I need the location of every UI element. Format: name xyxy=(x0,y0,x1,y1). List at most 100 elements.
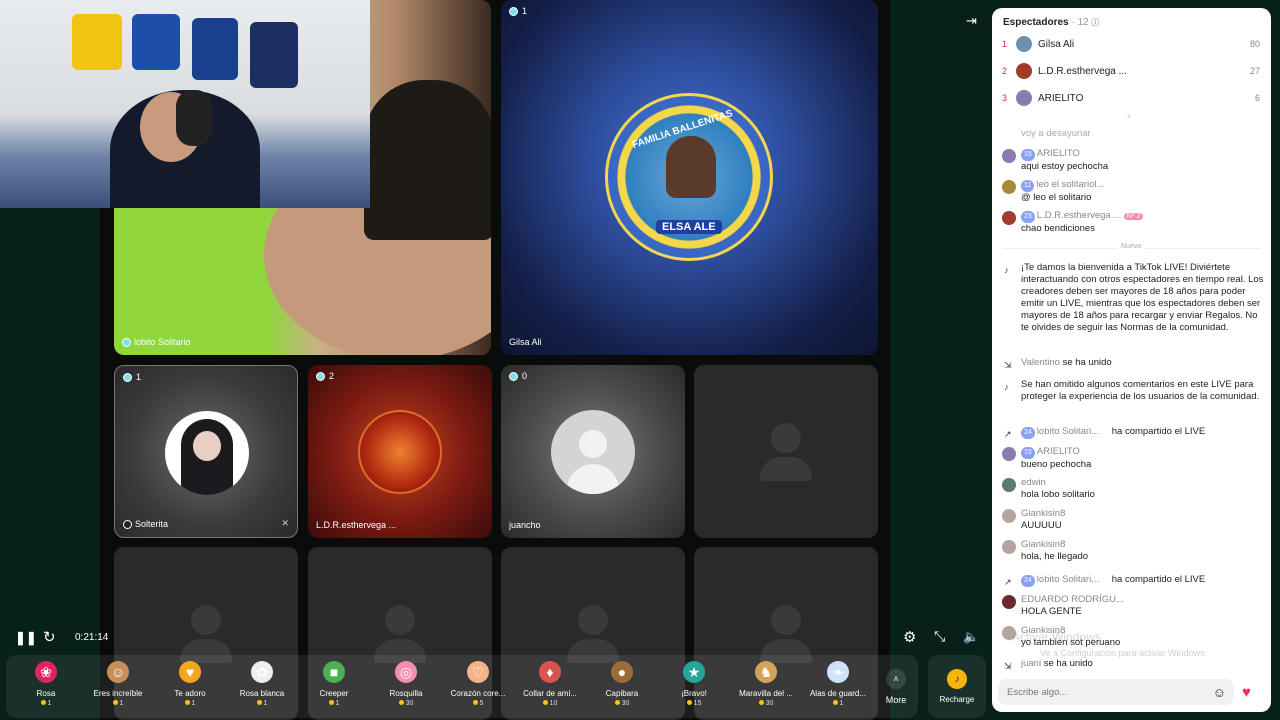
emoji-icon[interactable]: ☺ xyxy=(1213,685,1226,700)
message-text: aqui estoy pechocha xyxy=(1021,161,1109,172)
avatar xyxy=(1016,90,1032,106)
gift-item[interactable]: ☺ Eres increíble 1 xyxy=(82,655,154,718)
gift-coins: 1 xyxy=(185,700,196,707)
chevron-down-icon[interactable]: ˅ xyxy=(1127,114,1131,121)
avatar-face xyxy=(193,431,221,461)
join-icon: ⇲ xyxy=(1004,360,1012,370)
rank-name: Gilsa Ali xyxy=(1038,38,1075,50)
viewer-badge-count: 2 xyxy=(329,371,335,381)
username[interactable]: juani xyxy=(1021,658,1041,669)
rank-row[interactable]: 3 ARIELITO 6 xyxy=(1002,90,1260,106)
gift-name: Maravilla del ... xyxy=(739,689,793,698)
rose-icon: ❀ xyxy=(35,661,57,683)
username[interactable]: Giankisin8 xyxy=(1021,539,1065,550)
guest-tile-ldr[interactable]: 2 L.D.R.esthervega ... xyxy=(308,365,492,538)
tile-name: lobito Solitario xyxy=(122,337,191,347)
guest-tile-gilsa[interactable]: 1 FAMILIA BALLENITAS ELSA ALE Gilsa Ali xyxy=(501,0,878,355)
tiktok-live-window: lobito Solitario 1 FAMILIA BALLENITAS EL… xyxy=(0,0,1280,720)
settings-icon[interactable]: ⚙ xyxy=(903,628,916,646)
like-heart-icon[interactable]: ♥ xyxy=(1242,684,1251,701)
tile-name: L.D.R.esthervega ... xyxy=(316,520,396,530)
empty-seat-icon xyxy=(760,422,812,481)
gift-coins: 30 xyxy=(615,700,630,707)
gift-item[interactable]: ♥ Te adoro 1 xyxy=(154,655,226,718)
more-gifts-button[interactable]: ˄ More xyxy=(876,655,916,718)
headphones xyxy=(176,90,212,146)
username[interactable]: EDUARDO RODRÍGU... xyxy=(1021,594,1124,605)
gift-item[interactable]: ❧ Alas de guard... 1 xyxy=(802,655,874,718)
video-stage: lobito Solitario 1 FAMILIA BALLENITAS EL… xyxy=(0,0,990,720)
gift-coins: 1 xyxy=(257,700,268,707)
collapse-panel-icon[interactable]: ⇥ xyxy=(966,13,977,29)
windows-watermark: Activar Windows xyxy=(1012,630,1101,644)
empty-seat-icon xyxy=(567,604,619,663)
person-photo xyxy=(666,136,716,198)
join-message: ⇲ Valentino se ha unido xyxy=(1002,357,1264,370)
gift-item[interactable]: ♡ Corazón core... 5 xyxy=(442,655,514,718)
gem-icon xyxy=(509,6,518,16)
username[interactable]: leo el solitariol... xyxy=(1036,179,1104,190)
avatar xyxy=(1002,540,1016,554)
username[interactable]: L.D.R.esthervega ... xyxy=(1037,210,1121,221)
info-icon[interactable]: ⓘ xyxy=(1091,18,1099,27)
rank-badge: Nº 2 xyxy=(1123,213,1144,220)
gift-item[interactable]: ❀ Rosa 1 xyxy=(10,655,82,718)
username[interactable]: lobito Solitari... xyxy=(1037,426,1099,437)
gift-item[interactable]: ♦ Collar de ami... 10 xyxy=(514,655,586,718)
viewer-badge: 0 xyxy=(509,371,527,381)
level-badge: 24 xyxy=(1021,427,1035,439)
gift-name: Te adoro xyxy=(174,689,206,698)
exit-fullscreen-icon[interactable]: ⤡ xyxy=(934,628,945,645)
recharge-button[interactable]: ♪ Recharge xyxy=(928,655,986,718)
username[interactable]: Valentino xyxy=(1021,357,1060,368)
username[interactable]: edwin xyxy=(1021,477,1046,488)
rank-score: 27 xyxy=(1249,66,1260,76)
gift-bar: ❀ Rosa 1 ☺ Eres increíble 1 ♥ Te adoro 1 ✿ Rosa bl… xyxy=(6,655,918,718)
gift-name: Rosa xyxy=(36,689,56,698)
guest-tile-juancho[interactable]: 0 juancho xyxy=(501,365,685,538)
viewers-count: · 12 xyxy=(1071,17,1089,28)
pip-camera[interactable] xyxy=(0,0,370,208)
gift-item[interactable]: ✿ Rosa blanca 1 xyxy=(226,655,298,718)
username[interactable]: ARIELITO xyxy=(1037,446,1080,457)
chat-input-placeholder: Escribe algo... xyxy=(1007,687,1068,698)
refresh-icon[interactable]: ↻ xyxy=(43,628,56,646)
gem-icon xyxy=(123,372,132,382)
system-message: ♪ ¡Te damos la bienvenida a TikTok LIVE! … xyxy=(1004,262,1264,333)
message-text: hola, he llegado xyxy=(1021,551,1089,562)
chat-message: Giankisin8 AUUUUU xyxy=(1002,508,1264,532)
message-text: ha compartido el LIVE xyxy=(1111,426,1206,437)
username[interactable]: ARIELITO xyxy=(1037,148,1080,159)
gem-icon xyxy=(122,337,131,347)
gift-item[interactable]: ◎ Rosquilla 30 xyxy=(370,655,442,718)
guest-tile-solterita[interactable]: 1 Solterita ✕ xyxy=(114,365,298,538)
chat-message: 15 ARIELITO aqui estoy pechocha xyxy=(1002,148,1264,173)
mic-muted-icon: ✕ xyxy=(281,518,289,528)
rank-name: L.D.R.esthervega ... xyxy=(1038,65,1127,77)
volume-icon[interactable]: 🔈 xyxy=(963,629,979,645)
pause-icon[interactable]: ❚❚ xyxy=(15,630,37,646)
host-hair xyxy=(364,80,491,240)
chat-input[interactable]: Escribe algo... ☺ xyxy=(998,679,1234,705)
username[interactable]: lobito Solitari... xyxy=(1037,574,1099,585)
gift-coins: 1 xyxy=(113,700,124,707)
gift-name: Capibara xyxy=(605,689,639,698)
gift-item[interactable]: ● Capibara 30 xyxy=(586,655,658,718)
gift-item[interactable]: ★ ¡Bravo! 15 xyxy=(658,655,730,718)
gift-item[interactable]: ■ Creeper 1 xyxy=(298,655,370,718)
rank-row[interactable]: 1 Gilsa Ali 80 xyxy=(1002,36,1260,52)
avatar xyxy=(1002,478,1016,492)
viewer-badge: 2 xyxy=(316,371,334,381)
rank-number: 2 xyxy=(1002,66,1008,76)
empty-seat-tile[interactable] xyxy=(694,365,878,538)
message-text: HOLA GENTE xyxy=(1021,606,1082,617)
message-text: se ha unido xyxy=(1062,357,1112,368)
username[interactable]: Giankisin8 xyxy=(1021,508,1065,519)
gem-icon xyxy=(123,519,132,529)
gift-item[interactable]: ♞ Maravilla del ... 30 xyxy=(730,655,802,718)
bravo-icon: ★ xyxy=(683,661,705,683)
more-label: More xyxy=(885,694,907,705)
gift-coins: 15 xyxy=(687,700,702,707)
necklace-icon: ♦ xyxy=(539,661,561,683)
rank-row[interactable]: 2 L.D.R.esthervega ... 27 xyxy=(1002,63,1260,79)
